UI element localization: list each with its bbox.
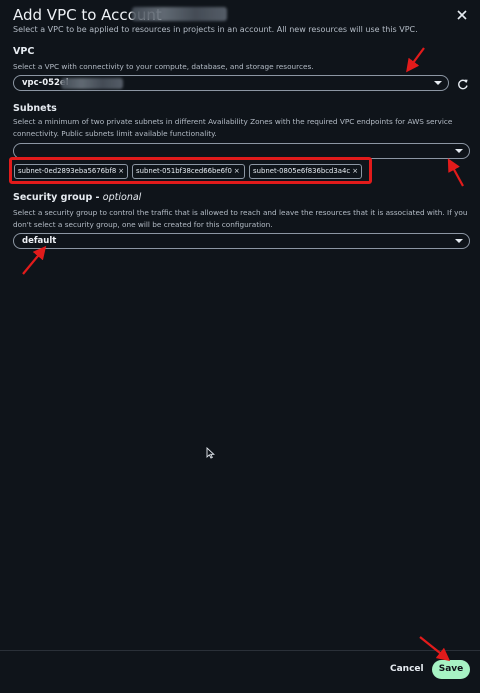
annotation-arrow [406, 47, 425, 73]
annotation-arrow [419, 636, 451, 662]
add-vpc-dialog: Add VPC to Account Select a VPC to be ap… [0, 0, 480, 693]
annotation-arrow [22, 245, 47, 275]
annotation-arrows [22, 47, 464, 662]
annotation-arrow [447, 158, 464, 187]
